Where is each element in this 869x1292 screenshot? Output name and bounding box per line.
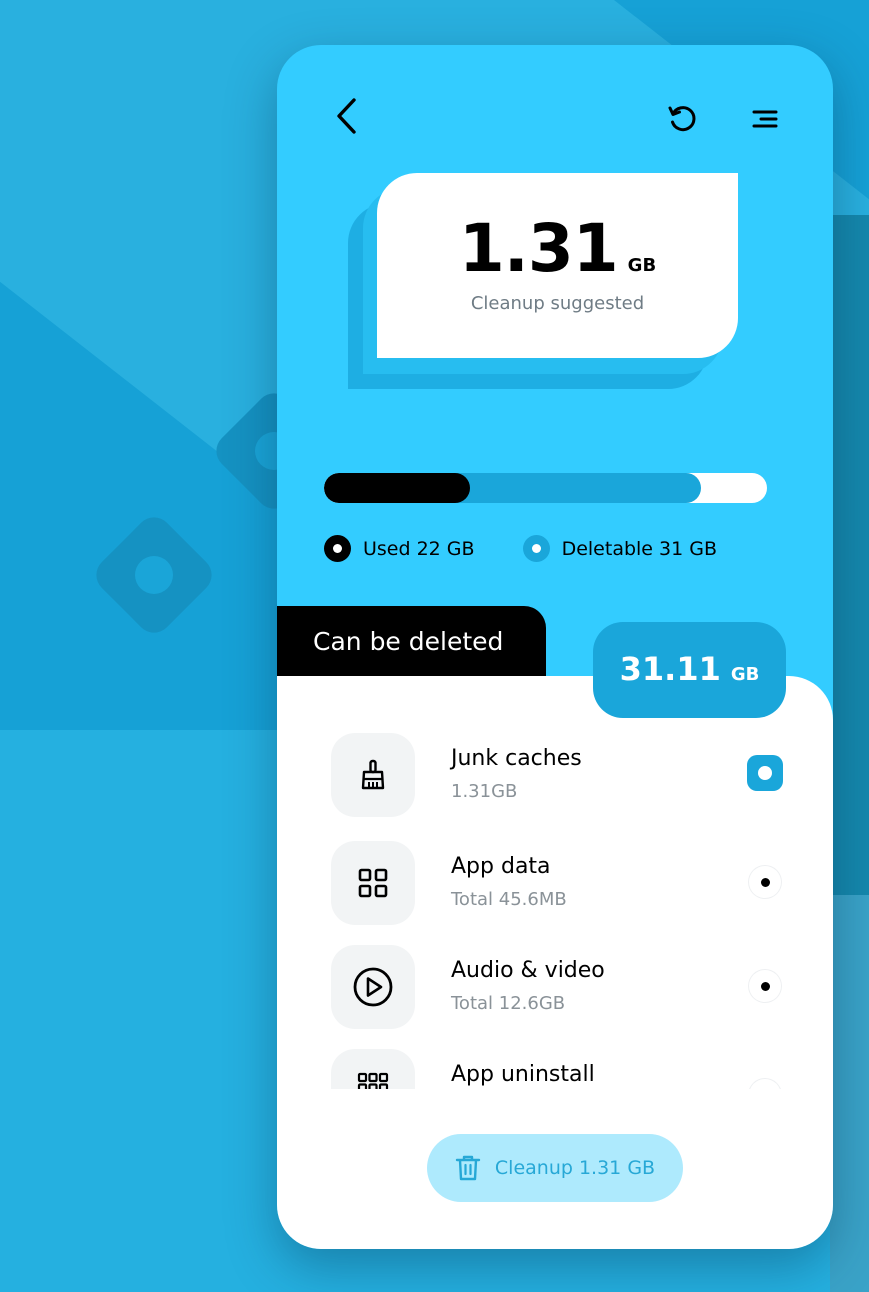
top-bar: [277, 45, 833, 175]
total-unit: GB: [730, 664, 760, 685]
item-checkbox-checked[interactable]: [747, 755, 783, 791]
item-name: Audio & video: [451, 958, 605, 983]
trash-icon: [455, 1155, 481, 1181]
legend-used-label: Used 22 GB: [363, 537, 475, 560]
item-icon-tile: [331, 945, 415, 1029]
phone-screen: 1.31 GB Cleanup suggested Used 22 GB Del…: [277, 45, 833, 1249]
total-deletable-badge: 31.11 GB: [593, 622, 786, 718]
summary-value: 1.31: [458, 209, 619, 287]
list-item-audio-video[interactable]: Audio & video Total 12.6GB: [277, 943, 833, 1033]
background-right-block: [830, 215, 869, 895]
legend-deletable-label: Deletable 31 GB: [561, 537, 718, 560]
summary-value-row: 1.31 GB: [459, 210, 656, 287]
menu-button[interactable]: [749, 103, 781, 135]
play-icon: [353, 967, 393, 1007]
legend-deletable: Deletable 31 GB: [522, 535, 718, 562]
broom-icon: [361, 759, 385, 790]
summary-unit: GB: [627, 254, 657, 276]
item-checkbox-unchecked[interactable]: [749, 866, 781, 898]
legend-used: Used 22 GB: [324, 535, 475, 562]
item-icon-tile: [331, 841, 415, 925]
grid-icon: [358, 868, 388, 898]
list-item-app-uninstall[interactable]: App uninstall: [277, 1047, 833, 1089]
item-icon-tile: [331, 1049, 415, 1089]
item-size: Total 12.6GB: [451, 993, 566, 1014]
summary-label: Cleanup suggested: [470, 292, 645, 314]
item-size: Total 45.6MB: [451, 889, 567, 910]
chevron-left-icon: [337, 98, 356, 134]
list-item-app-data[interactable]: App data Total 45.6MB: [277, 839, 833, 929]
storage-bar-used: [324, 473, 471, 503]
total-value: 31.11: [619, 650, 721, 688]
item-size: 1.31GB: [451, 781, 518, 802]
list-item-junk-caches[interactable]: Junk caches 1.31GB: [277, 731, 833, 821]
cleanup-list: Junk caches 1.31GB App data Total 45.6MB: [277, 731, 833, 1089]
cleanup-button[interactable]: Cleanup 1.31 GB: [427, 1134, 683, 1202]
section-title: Can be deleted: [313, 627, 504, 656]
storage-bar: [324, 473, 767, 503]
item-name: App data: [451, 854, 551, 879]
storage-legend: Used 22 GB Deletable 31 GB: [324, 535, 717, 562]
item-checkbox-unchecked[interactable]: [749, 970, 781, 1002]
section-tab-can-be-deleted: Can be deleted: [277, 606, 546, 684]
used-dot-icon: [324, 535, 351, 562]
refresh-icon: [668, 106, 696, 132]
item-checkbox-unchecked[interactable]: [749, 1079, 781, 1089]
cleanup-button-label: Cleanup 1.31 GB: [494, 1157, 656, 1179]
menu-icon: [752, 110, 778, 128]
refresh-button[interactable]: [665, 101, 701, 137]
summary-card: 1.31 GB Cleanup suggested: [377, 173, 738, 358]
item-icon-tile: [331, 733, 415, 817]
background-right-lower: [830, 895, 869, 1292]
apps-icon: [357, 1072, 389, 1089]
item-name: App uninstall: [451, 1062, 595, 1087]
deletable-dot-icon: [522, 535, 550, 562]
back-button[interactable]: [329, 95, 363, 137]
item-name: Junk caches: [451, 746, 582, 771]
